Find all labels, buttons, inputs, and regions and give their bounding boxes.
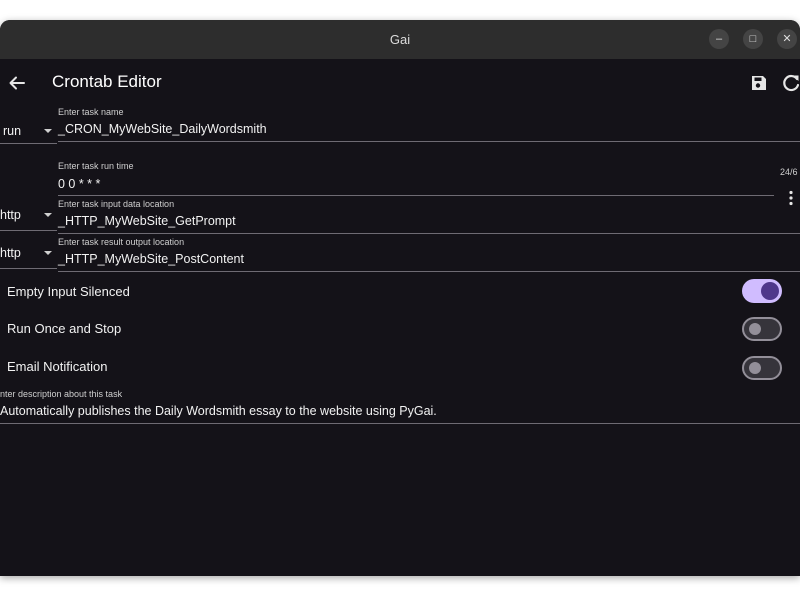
task-name-label: Enter task name (58, 107, 124, 117)
switch-thumb (761, 282, 779, 300)
chevron-down-icon[interactable] (44, 213, 52, 217)
output-type-dropdown[interactable]: http (0, 246, 21, 260)
description-label: nter description about this task (0, 389, 123, 399)
switch-thumb (749, 323, 761, 335)
email-notification-label: Email Notification (7, 359, 108, 374)
field-underline (58, 271, 800, 272)
output-location-label: Enter task result output location (58, 237, 185, 247)
maximize-button[interactable]: □ (743, 29, 763, 49)
run-time-field[interactable]: 0 0 * * * (58, 177, 100, 191)
empty-input-silenced-label: Empty Input Silenced (7, 284, 130, 299)
minimize-button[interactable]: – (709, 29, 729, 49)
input-location-field[interactable]: _HTTP_MyWebSite_GetPrompt (58, 214, 236, 228)
run-once-switch[interactable] (742, 317, 782, 341)
dropdown-underline (0, 143, 57, 144)
chevron-down-icon[interactable] (44, 129, 52, 133)
chevron-down-icon[interactable] (44, 251, 52, 255)
switch-thumb (749, 362, 761, 374)
field-underline (58, 141, 800, 142)
field-underline (58, 195, 774, 196)
back-arrow-icon[interactable] (8, 74, 26, 92)
dropdown-underline (0, 230, 57, 231)
email-notification-switch[interactable] (742, 356, 782, 380)
run-time-label: Enter task run time (58, 161, 134, 171)
input-location-label: Enter task input data location (58, 199, 175, 209)
app-window: Gai – □ ✕ Crontab Editor run Enter task … (0, 20, 800, 576)
run-once-label: Run Once and Stop (7, 321, 122, 336)
task-name-field[interactable]: _CRON_MyWebSite_DailyWordsmith (58, 122, 267, 136)
page-title: Crontab Editor (52, 72, 162, 91)
input-type-dropdown[interactable]: http (0, 208, 21, 222)
output-location-field[interactable]: _HTTP_MyWebSite_PostContent (58, 252, 244, 266)
save-icon[interactable] (750, 74, 768, 92)
refresh-icon[interactable] (781, 73, 800, 93)
more-vertical-icon[interactable] (788, 190, 794, 206)
window-title: Gai (389, 32, 411, 47)
close-button[interactable]: ✕ (777, 29, 797, 49)
field-underline (58, 233, 800, 234)
character-counter: 24/6 (780, 167, 798, 177)
description-field[interactable]: Automatically publishes the Daily Wordsm… (0, 404, 437, 418)
window-titlebar[interactable]: Gai – □ ✕ (0, 20, 800, 59)
task-type-dropdown[interactable]: run (3, 124, 21, 138)
field-underline (0, 423, 800, 424)
empty-input-silenced-switch[interactable] (742, 279, 782, 303)
dropdown-underline (0, 268, 57, 269)
